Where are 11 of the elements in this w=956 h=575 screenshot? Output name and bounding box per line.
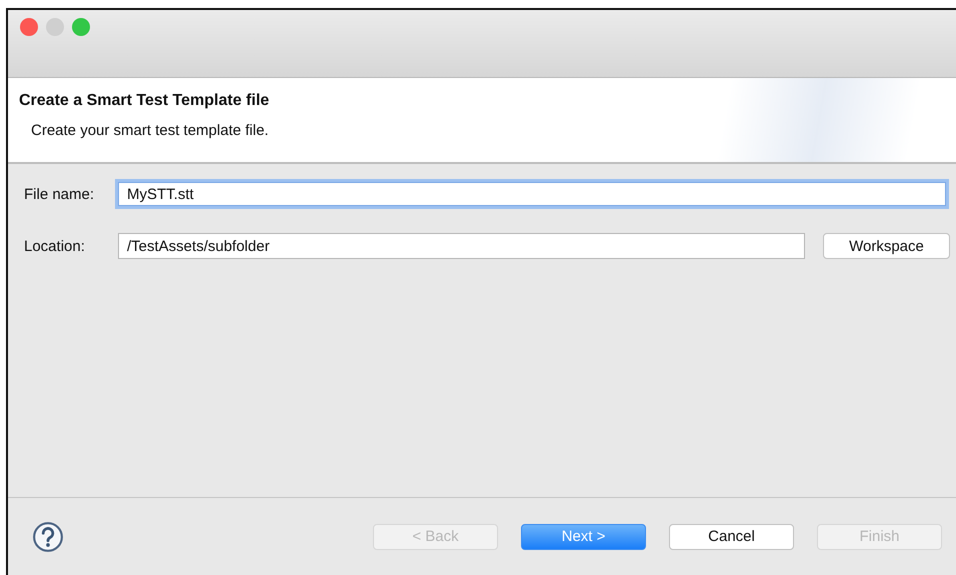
text-field[interactable]: MySTT.stt [118,182,946,206]
page-description: Create your smart test template file. [31,122,270,139]
close-light-icon[interactable] [20,18,38,36]
field-label: File name: [24,186,96,202]
field-label: Location: [24,238,86,254]
text-field[interactable]: /TestAssets/subfolder [118,233,805,259]
workspace-button[interactable]: Workspace [823,233,950,259]
dialog-button[interactable]: Cancel [669,524,794,550]
help-icon[interactable] [32,520,64,552]
page-title: Create a Smart Test Template file [19,92,270,110]
zoom-light-icon[interactable] [72,18,90,36]
